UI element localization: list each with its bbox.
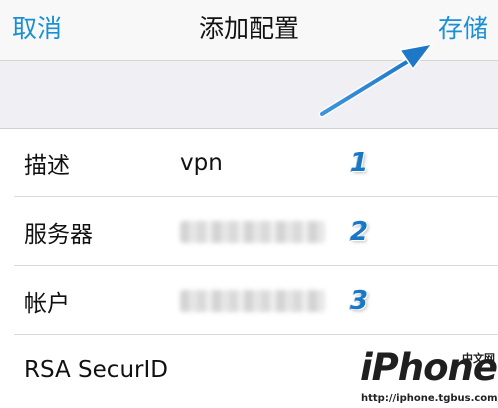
server-label: 服务器 — [24, 222, 93, 248]
rsa-securid-label: RSA SecurID — [24, 357, 168, 383]
account-row[interactable]: 帐户 3 — [0, 267, 498, 335]
navigation-bar: 取消 添加配置 存储 — [0, 0, 498, 60]
watermark-brand-cn: 中文网 — [462, 352, 495, 365]
step-badge-2: 2 — [350, 217, 369, 247]
account-label: 帐户 — [24, 291, 70, 317]
description-field[interactable]: vpn — [180, 150, 223, 176]
row-divider — [14, 334, 498, 335]
iphone-tgbus-watermark: iPhone 中文网 http://iphone.tgbus.com/ — [358, 344, 498, 408]
account-field-blurred[interactable] — [180, 290, 325, 312]
server-row[interactable]: 服务器 2 — [0, 198, 498, 266]
step-badge-1: 1 — [350, 148, 369, 178]
save-button[interactable]: 存储 — [438, 12, 488, 46]
row-divider — [14, 265, 498, 266]
vpn-add-configuration-screen: 取消 添加配置 存储 描述 vpn 1 服务器 2 帐户 3 RSA Secur… — [0, 0, 498, 408]
page-title: 添加配置 — [198, 14, 299, 43]
watermark-url: http://iphone.tgbus.com/ — [361, 393, 498, 404]
description-label: 描述 — [24, 153, 70, 179]
section-spacer — [0, 61, 498, 128]
description-row[interactable]: 描述 vpn 1 — [0, 129, 498, 197]
server-field-blurred[interactable] — [180, 221, 325, 243]
step-badge-3: 3 — [350, 286, 369, 316]
row-divider — [14, 196, 498, 197]
